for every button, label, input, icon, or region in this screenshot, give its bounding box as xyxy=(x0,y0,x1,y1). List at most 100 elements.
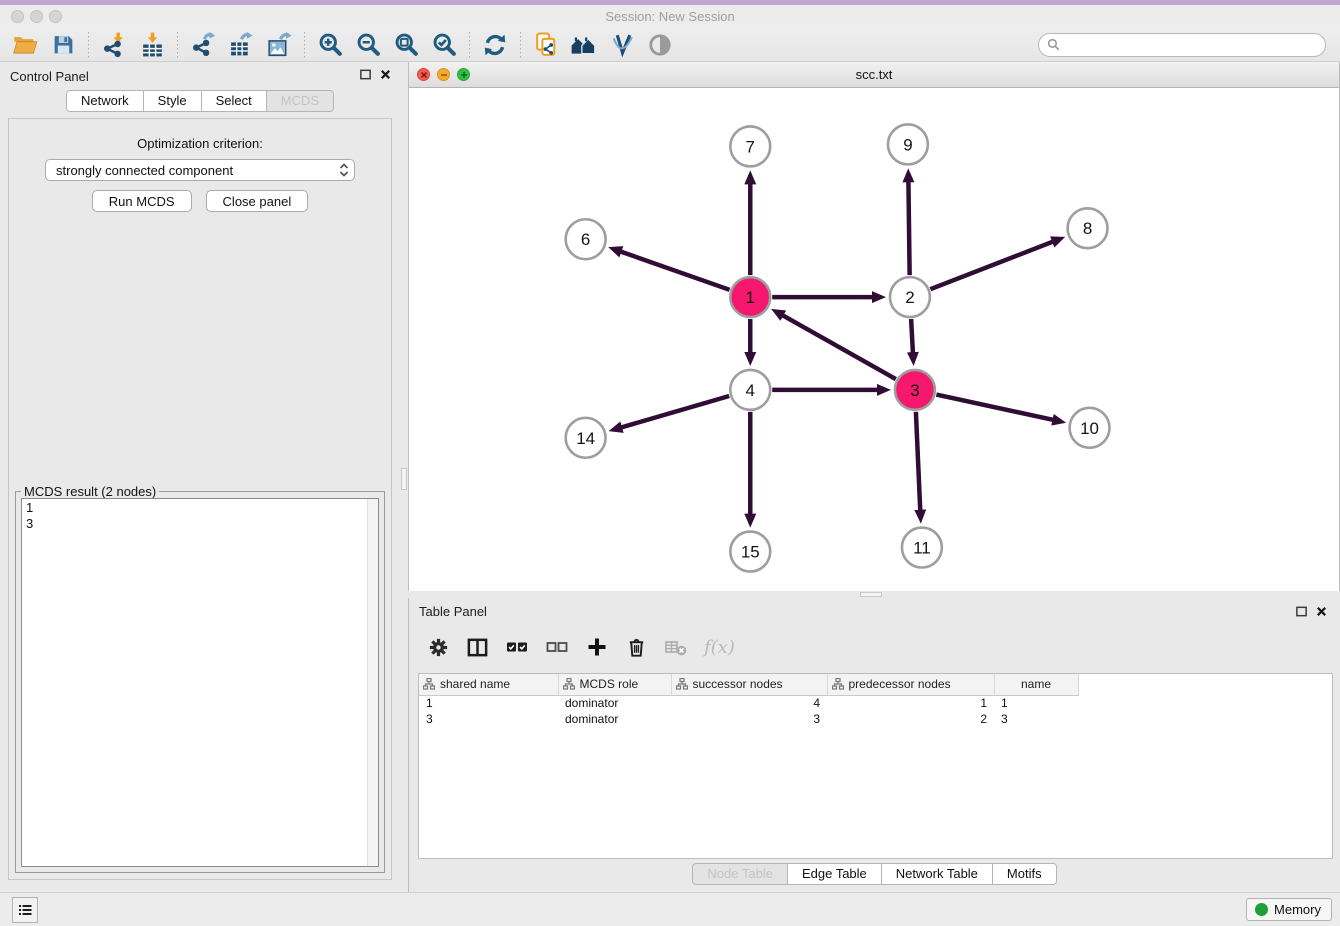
table-columns-icon[interactable] xyxy=(466,636,489,659)
graph-node-4[interactable]: 4 xyxy=(730,370,770,410)
tab-select[interactable]: Select xyxy=(202,90,267,112)
graph-edge-4-14[interactable] xyxy=(621,396,729,427)
table-cell[interactable]: 4 xyxy=(671,695,827,711)
graph-edge-1-6[interactable] xyxy=(620,251,729,289)
clone-network-icon xyxy=(533,31,560,58)
graph-edge-2-3[interactable] xyxy=(911,319,913,353)
zoom-network-icon[interactable] xyxy=(457,68,470,81)
close-network-icon[interactable] xyxy=(417,68,430,81)
table-cell[interactable]: dominator xyxy=(558,695,671,711)
graph-edge-3-11[interactable] xyxy=(916,412,920,511)
result-scrollbar[interactable] xyxy=(367,499,378,866)
vertical-splitter[interactable] xyxy=(400,62,408,892)
graph-edge-2-8[interactable] xyxy=(930,242,1053,290)
task-history-button[interactable] xyxy=(12,897,38,923)
home-button[interactable] xyxy=(565,30,603,60)
add-column-icon[interactable] xyxy=(585,635,609,659)
close-panel-button[interactable]: Close panel xyxy=(206,190,309,212)
graph-edge-3-1[interactable] xyxy=(782,315,895,379)
column-header[interactable]: shared name xyxy=(419,674,558,695)
table-cell[interactable]: 1 xyxy=(994,695,1078,711)
zoom-out-icon xyxy=(355,31,382,58)
close-window-icon[interactable] xyxy=(11,10,24,23)
table-toolbar: f(x) xyxy=(419,626,1340,668)
tab-edge-table[interactable]: Edge Table xyxy=(788,863,882,885)
graph-edge-3-10[interactable] xyxy=(936,395,1053,420)
graph-node-14[interactable]: 14 xyxy=(566,418,606,458)
minimize-window-icon[interactable] xyxy=(30,10,43,23)
float-panel-icon[interactable] xyxy=(1295,605,1308,618)
graph-node-10[interactable]: 10 xyxy=(1070,408,1110,448)
table-row[interactable]: 3dominator323 xyxy=(419,711,1092,727)
splitter-handle[interactable] xyxy=(401,468,407,490)
graph-node-11[interactable]: 11 xyxy=(902,528,942,568)
control-panel-tabs: Network Style Select MCDS xyxy=(0,90,400,112)
table-cell[interactable]: 1 xyxy=(419,695,558,711)
search-field[interactable] xyxy=(1065,38,1317,52)
import-table-button[interactable] xyxy=(133,30,171,60)
criterion-select[interactable]: strongly connected component xyxy=(45,159,355,181)
close-panel-icon[interactable] xyxy=(379,68,392,81)
memory-button[interactable]: Memory xyxy=(1246,898,1332,921)
clone-network-button[interactable] xyxy=(527,30,565,60)
refresh-button[interactable] xyxy=(476,30,514,60)
table-cell[interactable]: 3 xyxy=(994,711,1078,727)
export-image-button[interactable] xyxy=(260,30,298,60)
run-mcds-button[interactable]: Run MCDS xyxy=(92,190,192,212)
graph-node-2[interactable]: 2 xyxy=(890,277,930,317)
table-cell[interactable]: dominator xyxy=(558,711,671,727)
tab-style[interactable]: Style xyxy=(144,90,202,112)
graph-node-15[interactable]: 15 xyxy=(730,532,770,572)
tab-node-table[interactable]: Node Table xyxy=(692,863,788,885)
zoom-out-button[interactable] xyxy=(349,30,387,60)
close-panel-icon[interactable] xyxy=(1315,605,1328,618)
eye-button[interactable] xyxy=(641,30,679,60)
graph-node-3[interactable]: 3 xyxy=(895,370,935,410)
table-cell[interactable]: 3 xyxy=(419,711,558,727)
float-panel-icon[interactable] xyxy=(359,68,372,81)
minimize-network-icon[interactable] xyxy=(437,68,450,81)
graph-node-8[interactable]: 8 xyxy=(1068,208,1108,248)
table-cell[interactable]: 2 xyxy=(827,711,994,727)
tab-motifs[interactable]: Motifs xyxy=(993,863,1057,885)
graph-edge-2-9[interactable] xyxy=(908,181,909,275)
criterion-value: strongly connected component xyxy=(56,163,233,178)
zoom-selected-button[interactable] xyxy=(425,30,463,60)
column-header[interactable]: successor nodes xyxy=(671,674,827,695)
table-cell[interactable]: 1 xyxy=(827,695,994,711)
attribute-type-icon xyxy=(676,678,688,690)
column-header[interactable]: MCDS role xyxy=(558,674,671,695)
deselect-rows-icon[interactable] xyxy=(545,635,569,659)
node-table[interactable]: shared nameMCDS rolesuccessor nodesprede… xyxy=(418,673,1333,859)
graph-node-7[interactable]: 7 xyxy=(730,126,770,166)
network-canvas[interactable]: 7 9 6 8 1 2 4 3 14 10 15 11 xyxy=(409,88,1339,591)
delete-rows-icon[interactable] xyxy=(625,636,648,659)
vizmapper-button[interactable] xyxy=(603,30,641,60)
graph-node-1[interactable]: 1 xyxy=(730,277,770,317)
column-header[interactable]: name xyxy=(994,674,1078,695)
tab-mcds[interactable]: MCDS xyxy=(267,90,334,112)
attribute-type-icon xyxy=(423,678,435,690)
save-session-button[interactable] xyxy=(44,30,82,60)
search-input[interactable] xyxy=(1038,33,1326,57)
export-image-icon xyxy=(266,31,293,58)
column-header[interactable]: predecessor nodes xyxy=(827,674,994,695)
export-network-button[interactable] xyxy=(184,30,222,60)
zoom-in-button[interactable] xyxy=(311,30,349,60)
zoom-fit-button[interactable] xyxy=(387,30,425,60)
import-network-button[interactable] xyxy=(95,30,133,60)
graph-node-6[interactable]: 6 xyxy=(566,219,606,259)
select-all-rows-icon[interactable] xyxy=(505,635,529,659)
node-label: 3 xyxy=(910,381,919,400)
open-file-button[interactable] xyxy=(6,30,44,60)
gear-icon[interactable] xyxy=(427,636,450,659)
home-icon xyxy=(570,31,598,59)
tab-network-table[interactable]: Network Table xyxy=(882,863,993,885)
tab-network[interactable]: Network xyxy=(66,90,144,112)
graph-node-9[interactable]: 9 xyxy=(888,124,928,164)
table-cell[interactable]: 3 xyxy=(671,711,827,727)
export-table-button[interactable] xyxy=(222,30,260,60)
table-row[interactable]: 1dominator411 xyxy=(419,695,1092,711)
maximize-window-icon[interactable] xyxy=(49,10,62,23)
mcds-result-list[interactable]: 13 xyxy=(21,498,379,867)
